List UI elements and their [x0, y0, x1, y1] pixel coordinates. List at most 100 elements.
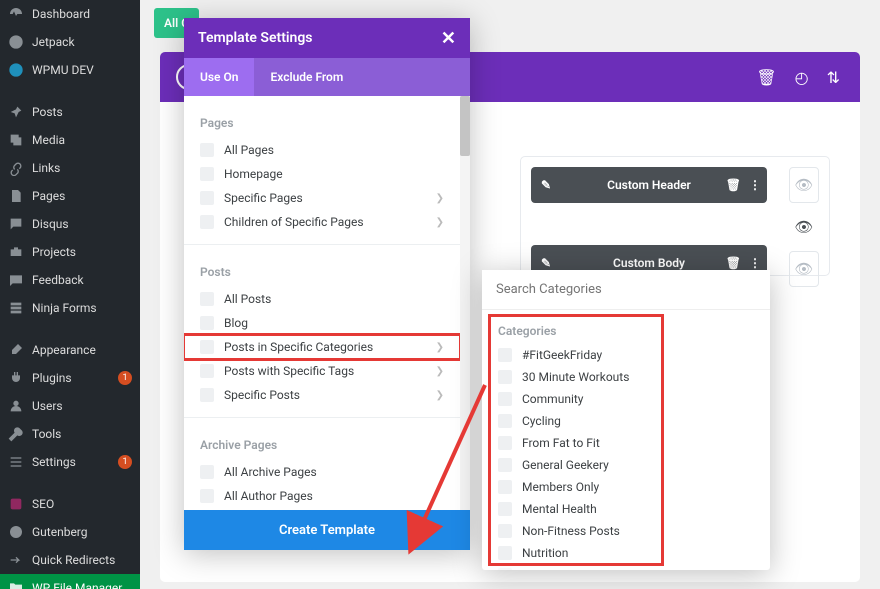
divider [184, 417, 460, 418]
option-all-posts[interactable]: All Posts [184, 287, 460, 311]
history-icon[interactable]: ◴ [795, 68, 809, 87]
sidebar-item-filemanager[interactable]: WP File Manager [0, 574, 140, 589]
option-all-author[interactable]: All Author Pages [184, 484, 460, 508]
sidebar-item-settings[interactable]: Settings 1 [0, 448, 140, 476]
visibility-toggle[interactable]: 👁 [789, 167, 819, 203]
scrollbar-thumb[interactable] [460, 96, 470, 156]
transfer-icon[interactable]: ⇅ [827, 68, 840, 87]
sidebar-item-users[interactable]: Users [0, 392, 140, 420]
checkbox[interactable] [498, 568, 512, 570]
sidebar-item-jetpack[interactable]: Jetpack [0, 28, 140, 56]
category-option[interactable]: Cycling [482, 410, 770, 432]
sidebar-item-dashboard[interactable]: Dashboard [0, 0, 140, 28]
category-option[interactable]: From Fat to Fit [482, 432, 770, 454]
option-homepage[interactable]: Homepage [184, 162, 460, 186]
sidebar-item-label: Pages [32, 189, 65, 203]
category-option[interactable]: #FitGeekFriday [482, 344, 770, 366]
tab-exclude-from[interactable]: Exclude From [254, 58, 359, 96]
sidebar-item-feedback[interactable]: Feedback [0, 266, 140, 294]
checkbox[interactable] [200, 143, 214, 157]
close-icon[interactable]: ✕ [441, 28, 456, 49]
more-icon[interactable]: ⋮ [749, 178, 761, 192]
category-option[interactable]: Non-Fitness Posts [482, 520, 770, 542]
sidebar-item-links[interactable]: Links [0, 154, 140, 182]
checkbox[interactable] [498, 502, 512, 516]
checkbox[interactable] [200, 465, 214, 479]
category-option[interactable]: Podcast [482, 564, 770, 570]
category-label: Non-Fitness Posts [522, 524, 620, 538]
checkbox[interactable] [498, 436, 512, 450]
category-option[interactable]: General Geekery [482, 454, 770, 476]
checkbox[interactable] [200, 316, 214, 330]
sidebar-item-label: Gutenberg [32, 525, 88, 539]
create-template-button[interactable]: Create Template [184, 510, 470, 550]
tab-label: Use On [200, 70, 238, 84]
sidebar-item-plugins[interactable]: Plugins1 [0, 364, 140, 392]
checkbox[interactable] [498, 546, 512, 560]
wpmu-icon [8, 62, 24, 78]
checkbox[interactable] [200, 388, 214, 402]
sidebar-item-ninjaforms[interactable]: Ninja Forms [0, 294, 140, 322]
option-all-pages[interactable]: All Pages [184, 138, 460, 162]
search-categories-input[interactable] [482, 270, 770, 310]
checkbox[interactable] [200, 215, 214, 229]
sidebar-item-disqus[interactable]: Disqus [0, 210, 140, 238]
sidebar-item-appearance[interactable]: Appearance [0, 336, 140, 364]
gutenberg-icon [8, 524, 24, 540]
category-option[interactable]: Members Only [482, 476, 770, 498]
update-badge: 1 [118, 455, 132, 469]
checkbox[interactable] [498, 458, 512, 472]
sidebar-item-label: Feedback [32, 273, 84, 287]
checkbox[interactable] [498, 524, 512, 538]
checkbox[interactable] [200, 364, 214, 378]
option-specific-posts[interactable]: Specific Posts❯ [184, 383, 460, 407]
option-posts-in-categories[interactable]: Posts in Specific Categories❯ [184, 335, 460, 359]
category-label: 30 Minute Workouts [522, 370, 629, 384]
chevron-right-icon: ❯ [436, 217, 444, 228]
category-option[interactable]: Mental Health [482, 498, 770, 520]
checkbox[interactable] [200, 489, 214, 503]
trash-icon[interactable]: 🗑 [726, 178, 741, 192]
option-all-archive[interactable]: All Archive Pages [184, 460, 460, 484]
category-option[interactable]: Nutrition [482, 542, 770, 564]
category-label: Cycling [522, 414, 561, 428]
scrollbar-track[interactable] [460, 96, 470, 550]
redirect-icon [8, 552, 24, 568]
sidebar-item-label: Settings [32, 455, 76, 469]
sidebar-item-pages[interactable]: Pages [0, 182, 140, 210]
sidebar-item-tools[interactable]: Tools [0, 420, 140, 448]
sidebar-item-seo[interactable]: SEO [0, 490, 140, 518]
checkbox[interactable] [498, 414, 512, 428]
custom-header-slot[interactable]: ✎ Custom Header 🗑⋮ [531, 167, 767, 203]
option-specific-pages[interactable]: Specific Pages❯ [184, 186, 460, 210]
sidebar-item-media[interactable]: Media [0, 126, 140, 154]
visibility-toggle[interactable]: 👁 [789, 251, 819, 287]
checkbox[interactable] [200, 340, 214, 354]
tab-use-on[interactable]: Use On [184, 58, 254, 96]
more-icon[interactable]: ⋮ [749, 256, 761, 270]
trash-icon[interactable]: 🗑 [726, 256, 741, 270]
checkbox[interactable] [498, 480, 512, 494]
category-option[interactable]: 30 Minute Workouts [482, 366, 770, 388]
sidebar-item-gutenberg[interactable]: Gutenberg [0, 518, 140, 546]
sidebar-item-wpmudev[interactable]: WPMU DEV [0, 56, 140, 84]
chevron-right-icon: ❯ [436, 390, 444, 401]
categories-popover: Categories #FitGeekFriday 30 Minute Work… [482, 270, 770, 570]
visibility-toggle[interactable]: 👁 [789, 209, 819, 245]
sidebar-item-projects[interactable]: Projects [0, 238, 140, 266]
option-children-pages[interactable]: Children of Specific Pages❯ [184, 210, 460, 234]
option-label: Posts in Specific Categories [224, 340, 373, 354]
checkbox[interactable] [498, 392, 512, 406]
trash-icon[interactable]: 🗑 [756, 68, 776, 87]
option-posts-with-tags[interactable]: Posts with Specific Tags❯ [184, 359, 460, 383]
checkbox[interactable] [200, 292, 214, 306]
option-blog[interactable]: Blog [184, 311, 460, 335]
checkbox[interactable] [498, 370, 512, 384]
category-option[interactable]: Community [482, 388, 770, 410]
checkbox[interactable] [200, 191, 214, 205]
checkbox[interactable] [200, 167, 214, 181]
section-header-archive: Archive Pages [184, 428, 460, 460]
sidebar-item-redirects[interactable]: Quick Redirects [0, 546, 140, 574]
sidebar-item-posts[interactable]: Posts [0, 98, 140, 126]
checkbox[interactable] [498, 348, 512, 362]
